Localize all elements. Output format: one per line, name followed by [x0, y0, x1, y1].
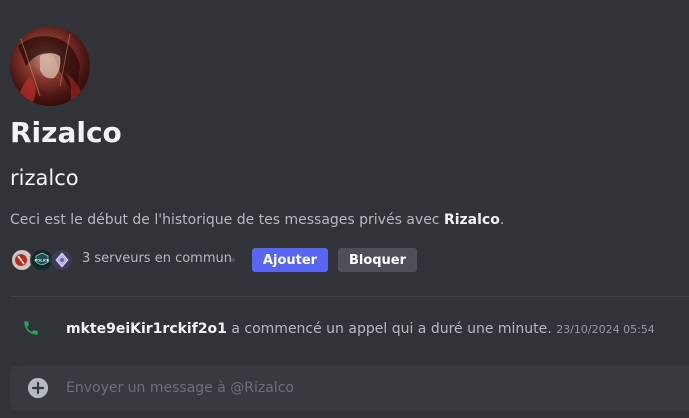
phone-icon — [24, 321, 38, 335]
avatar[interactable] — [10, 26, 90, 106]
display-name: Rizalco — [10, 116, 122, 149]
mutual-servers-count[interactable]: 3 serveurs en commun — [82, 251, 232, 266]
mutual-servers-row: POLICE 3 serveurs en commun Ajouter Bloq… — [10, 248, 430, 272]
police-logo-text: POLICE — [35, 258, 50, 263]
intro-name: Rizalco — [443, 212, 500, 228]
separator-dot — [231, 258, 235, 262]
message-input[interactable] — [66, 366, 679, 410]
intro-suffix: . — [499, 212, 505, 228]
call-username[interactable]: mkte9eiKir1rckif2o1 — [66, 321, 227, 337]
message-composer — [10, 366, 689, 410]
add-attachment-icon[interactable] — [27, 377, 49, 399]
username: rizalco — [10, 166, 79, 190]
mutual-server-icons[interactable]: POLICE — [10, 248, 76, 272]
server-icon-diamond[interactable] — [50, 248, 74, 272]
divider — [10, 296, 689, 297]
add-friend-button[interactable]: Ajouter — [252, 248, 328, 272]
call-system-message: mkte9eiKir1rckif2o1 a commencé un appel … — [0, 316, 689, 342]
call-message-line: mkte9eiKir1rckif2o1 a commencé un appel … — [66, 319, 655, 340]
block-button[interactable]: Bloquer — [338, 248, 417, 272]
avatar-image — [10, 26, 90, 106]
intro-text: Ceci est le début de l'historique de tes… — [10, 210, 504, 230]
call-description: a commencé un appel qui a duré une minut… — [226, 321, 557, 337]
intro-prefix: Ceci est le début de l'historique de tes… — [10, 212, 444, 228]
call-timestamp[interactable]: 23/10/2024 05:54 — [556, 323, 655, 336]
